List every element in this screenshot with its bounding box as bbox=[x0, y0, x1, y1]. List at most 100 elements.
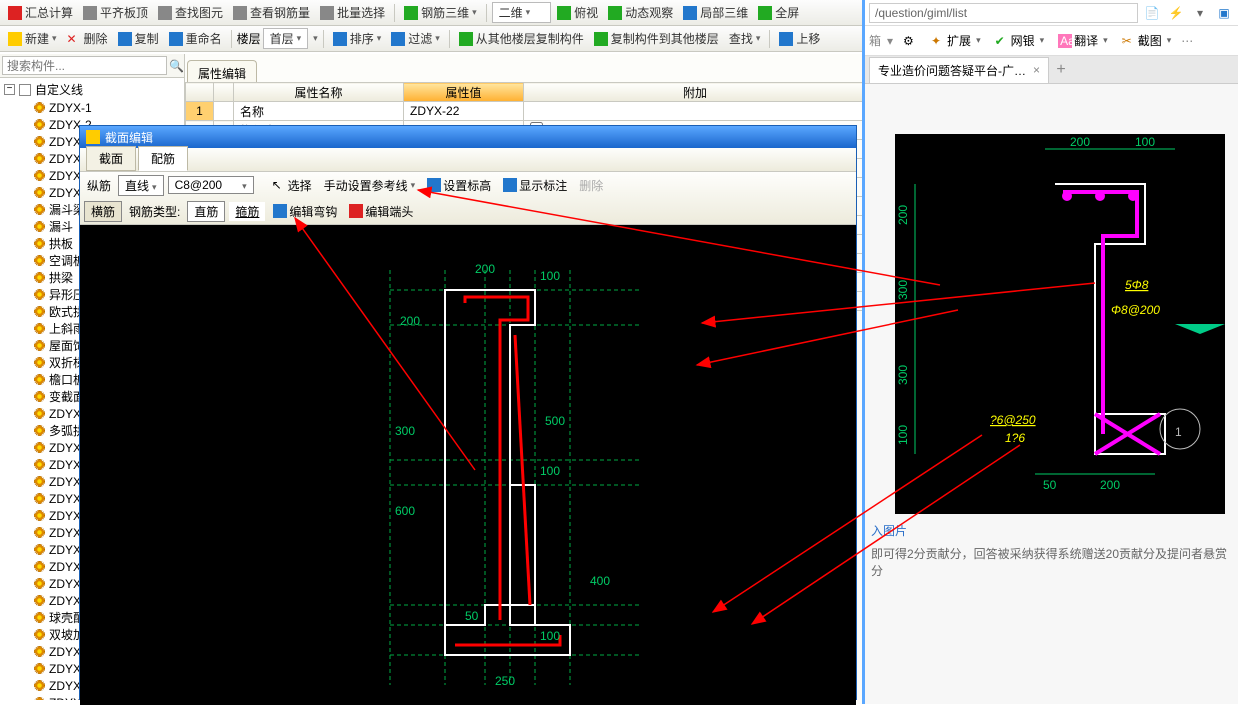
rebar-spec-combo[interactable]: C8@200▾ bbox=[168, 176, 254, 194]
gear-icon bbox=[34, 408, 45, 419]
gear-icon bbox=[34, 476, 45, 487]
search-input[interactable] bbox=[2, 56, 167, 75]
browser-tab[interactable]: 专业造价问题答疑平台-广联达 × bbox=[869, 57, 1049, 83]
ext-bank[interactable]: ✔网银▾ bbox=[991, 30, 1049, 51]
section-editor-window: 截面编辑 截面 配筋 纵筋 直线▾ C8@200▾ ↖选择 手动设置参考线▾ 设… bbox=[79, 125, 857, 700]
view-combo[interactable]: 二维▾ bbox=[492, 2, 552, 23]
tree-root[interactable]: − 自定义线 bbox=[0, 80, 184, 99]
gear-icon bbox=[34, 544, 45, 555]
rename-button[interactable]: 重命名 bbox=[165, 28, 226, 49]
orbit-button[interactable]: 动态观察 bbox=[604, 2, 677, 23]
stirrup-button[interactable]: 箍筋 bbox=[229, 202, 265, 221]
filter-button[interactable]: 过滤▾ bbox=[387, 28, 444, 49]
window-icon[interactable]: ▣ bbox=[1214, 3, 1234, 23]
svg-text:300: 300 bbox=[896, 280, 910, 300]
find-button[interactable]: 查找▾ bbox=[725, 28, 765, 49]
select-button[interactable]: ↖选择 bbox=[268, 176, 316, 195]
gear-icon bbox=[34, 374, 45, 385]
local-3d-button[interactable]: 局部三维 bbox=[679, 2, 752, 23]
gear-icon bbox=[34, 272, 45, 283]
gear-icon bbox=[34, 510, 45, 521]
transverse-button[interactable]: 横筋 bbox=[84, 201, 122, 222]
prop-extra[interactable] bbox=[524, 102, 867, 121]
gear-icon bbox=[34, 136, 45, 147]
gear-icon bbox=[34, 493, 45, 504]
svg-text:100: 100 bbox=[540, 269, 560, 283]
tree-item[interactable]: ZDYX-1 bbox=[0, 99, 184, 116]
ext-expand[interactable]: ✦扩展▾ bbox=[927, 30, 985, 51]
search-icon: 🔍 bbox=[169, 59, 184, 73]
section-editor-titlebar[interactable]: 截面编辑 bbox=[80, 126, 856, 148]
manual-refline-button[interactable]: 手动设置参考线▾ bbox=[320, 176, 420, 195]
ext-more[interactable]: ⋯ bbox=[1181, 34, 1193, 48]
grid-row[interactable]: 1名称ZDYX-22 bbox=[186, 102, 867, 121]
straight-rebar-button[interactable]: 直筋 bbox=[187, 201, 225, 222]
note-line-1: 入图片 bbox=[871, 522, 1232, 539]
tree-item-label: 漏斗 bbox=[49, 218, 73, 235]
edit-hook-button[interactable]: 编辑弯钩 bbox=[269, 202, 341, 221]
show-annotation-button[interactable]: 显示标注 bbox=[499, 176, 571, 195]
address-bar: /question/giml/list 📄 ⚡ ▾ ▣ bbox=[865, 0, 1238, 26]
copy-button[interactable]: 复制 bbox=[114, 28, 163, 49]
svg-text:200: 200 bbox=[1070, 135, 1090, 149]
shape-combo[interactable]: 直线▾ bbox=[118, 175, 164, 196]
rebar-type-label: 钢筋类型: bbox=[126, 203, 183, 220]
grid-expand-col bbox=[214, 83, 234, 102]
section-canvas[interactable]: 200 100 200 500 300 600 100 400 50 100 2… bbox=[80, 225, 856, 705]
floor-extra-dropdown[interactable]: ▾ bbox=[313, 33, 318, 44]
tab-section[interactable]: 截面 bbox=[86, 146, 136, 171]
note-line-2: 即可得2分贡献分，回答被采纳获得系统赠送20贡献分及提问者悬赏分 bbox=[871, 545, 1232, 579]
section-editor-icon bbox=[86, 130, 100, 144]
find-elem-button[interactable]: 查找图元 bbox=[154, 2, 227, 23]
svg-text:200: 200 bbox=[400, 314, 420, 328]
gear-icon bbox=[34, 391, 45, 402]
tab-close-icon[interactable]: × bbox=[1033, 63, 1040, 77]
svg-text:300: 300 bbox=[395, 424, 415, 438]
grid-corner bbox=[186, 83, 214, 102]
sort-button[interactable]: 排序▾ bbox=[329, 28, 386, 49]
compat-icon[interactable]: 📄 bbox=[1142, 3, 1162, 23]
gear-icon bbox=[34, 119, 45, 130]
rebar-3d-button[interactable]: 钢筋三维▾ bbox=[400, 2, 481, 23]
view-rebar-button[interactable]: 查看钢筋量 bbox=[229, 2, 314, 23]
url-field[interactable]: /question/giml/list bbox=[869, 3, 1138, 23]
flash-icon[interactable]: ⚡ bbox=[1166, 3, 1186, 23]
prop-value[interactable]: ZDYX-22 bbox=[404, 102, 524, 121]
align-top-button[interactable]: 平齐板顶 bbox=[79, 2, 152, 23]
floor-label: 楼层 bbox=[237, 30, 261, 47]
delete-button[interactable]: ✕删除 bbox=[63, 28, 112, 49]
tab-rebar[interactable]: 配筋 bbox=[138, 146, 188, 171]
sum-calc-button[interactable]: 汇总计算 bbox=[4, 2, 77, 23]
batch-select-button[interactable]: 批量选择 bbox=[316, 2, 389, 23]
ext-translate[interactable]: Aa翻译▾ bbox=[1054, 30, 1112, 51]
reference-image: 200100 200 300 300 100 50200 5Φ8 Φ8@200 … bbox=[895, 134, 1225, 514]
ext-screenshot[interactable]: ✂截图▾ bbox=[1118, 30, 1176, 51]
svg-text:50: 50 bbox=[1043, 478, 1057, 492]
copy-from-floor-button[interactable]: 从其他楼层复制构件 bbox=[455, 28, 588, 49]
gear-icon bbox=[34, 680, 45, 691]
new-button[interactable]: 新建▾ bbox=[4, 28, 61, 49]
collapse-icon[interactable]: − bbox=[4, 84, 15, 95]
delete-rebar-button: 删除 bbox=[575, 176, 607, 195]
gear-icon bbox=[34, 204, 45, 215]
new-tab-button[interactable]: + bbox=[1049, 61, 1073, 79]
set-elevation-button[interactable]: 设置标高 bbox=[423, 176, 495, 195]
search-button[interactable]: 🔍 bbox=[169, 54, 184, 77]
scissors-icon: ✂ bbox=[1122, 34, 1136, 48]
fullscreen-button[interactable]: 全屏 bbox=[754, 2, 803, 23]
svg-text:200: 200 bbox=[475, 262, 495, 276]
top-view-button[interactable]: 俯视 bbox=[553, 2, 602, 23]
floor-combo[interactable]: 首层▾ bbox=[263, 28, 309, 49]
ext-settings[interactable]: ⚙ bbox=[899, 32, 921, 50]
down-icon[interactable]: ▾ bbox=[1190, 3, 1210, 23]
gear-icon bbox=[34, 153, 45, 164]
gear-icon bbox=[34, 561, 45, 572]
extensions-toolbar: 箱▾ ⚙ ✦扩展▾ ✔网银▾ Aa翻译▾ ✂截图▾ ⋯ bbox=[865, 26, 1238, 56]
edit-end-button[interactable]: 编辑端头 bbox=[345, 202, 417, 221]
gear-icon bbox=[34, 527, 45, 538]
gear-icon bbox=[34, 255, 45, 266]
move-up-button[interactable]: 上移 bbox=[775, 28, 824, 49]
copy-to-floor-button[interactable]: 复制构件到其他楼层 bbox=[590, 28, 723, 49]
tree-item-label: ZDYX-1 bbox=[49, 101, 92, 115]
section-editor-toolbar: 纵筋 直线▾ C8@200▾ ↖选择 手动设置参考线▾ 设置标高 显示标注 删除… bbox=[80, 172, 856, 225]
